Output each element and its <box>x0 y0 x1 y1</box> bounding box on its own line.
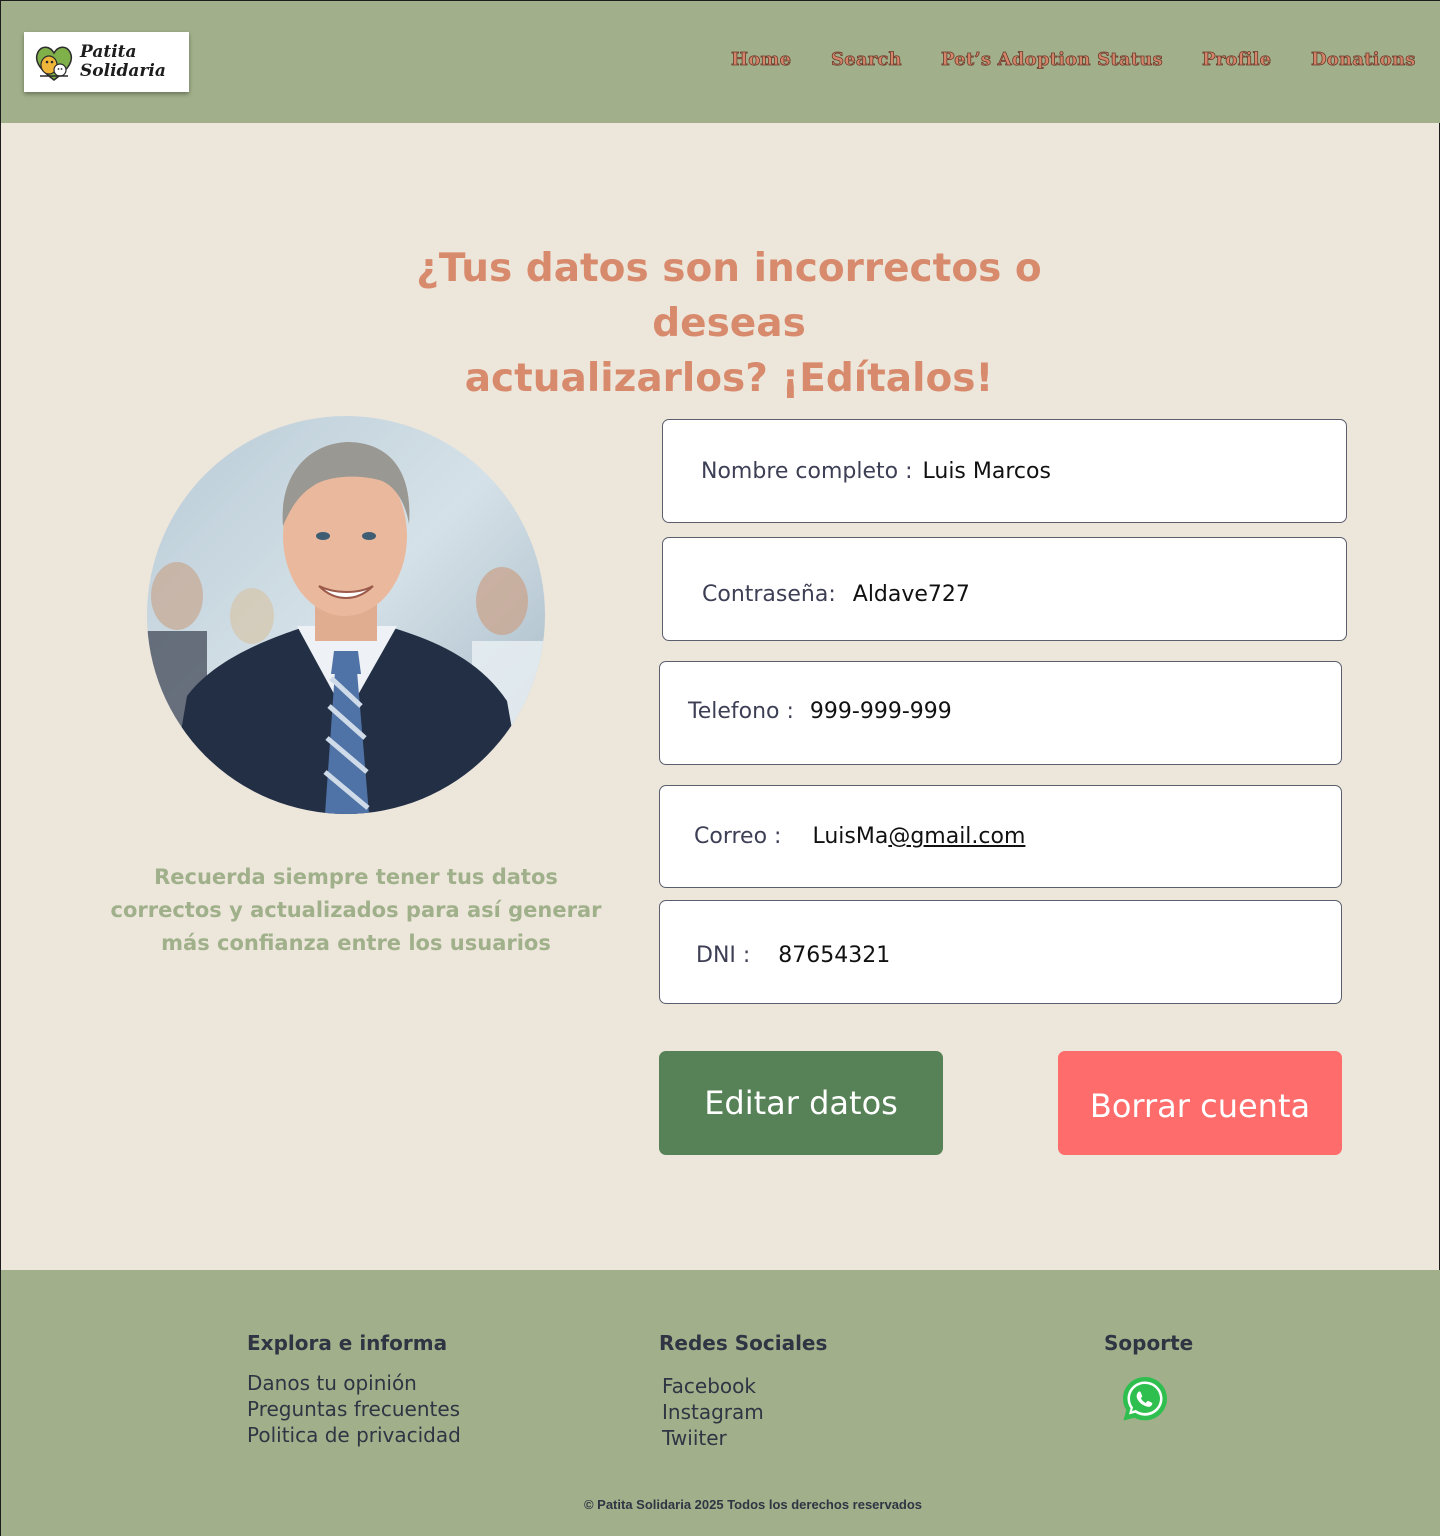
email-domain-link[interactable]: @gmail.com <box>888 824 1025 849</box>
dni-field[interactable]: DNI : <box>659 900 1342 1004</box>
delete-account-button[interactable]: Borrar cuenta <box>1058 1051 1342 1155</box>
footer-social-list: Facebook Instagram Twiiter <box>662 1373 764 1451</box>
footer-explore-heading: Explora e informa <box>247 1331 448 1355</box>
footer-link-opinion[interactable]: Danos tu opinión <box>247 1370 461 1396</box>
footer-link-facebook[interactable]: Facebook <box>662 1373 764 1399</box>
nav-profile[interactable]: Profile <box>1202 49 1272 71</box>
site-header: Patita Solidaria Home Search Pet’s Adopt… <box>1 1 1440 123</box>
name-field[interactable]: Nombre completo : <box>662 419 1347 523</box>
copyright-text: © Patita Solidaria 2025 Todos los derech… <box>583 1497 923 1512</box>
nav-donations[interactable]: Donations <box>1311 49 1416 71</box>
footer-explore-list: Danos tu opinión Preguntas frecuentes Po… <box>247 1370 461 1448</box>
dni-input[interactable] <box>778 942 1159 968</box>
footer-link-privacy[interactable]: Politica de privacidad <box>247 1422 461 1448</box>
password-field[interactable]: Contraseña: <box>662 537 1347 641</box>
nav-adoption-status[interactable]: Pet’s Adoption Status <box>941 49 1163 71</box>
footer-support-heading: Soporte <box>1104 1331 1194 1355</box>
footer-social-heading: Redes Sociales <box>659 1331 828 1355</box>
footer-link-faq[interactable]: Preguntas frecuentes <box>247 1396 461 1422</box>
name-input[interactable] <box>922 458 1303 484</box>
password-input[interactable] <box>852 581 1233 607</box>
footer-link-instagram[interactable]: Instagram <box>662 1399 764 1425</box>
email-field[interactable]: Correo : LuisMa@gmail.com <box>659 785 1342 888</box>
logo-link[interactable]: Patita Solidaria <box>24 32 189 92</box>
footer-link-twitter[interactable]: Twiiter <box>662 1425 764 1451</box>
email-user: LuisMa <box>812 824 889 849</box>
phone-field[interactable]: Telefono : <box>659 661 1342 765</box>
page-title-line-1: ¿Tus datos son incorrectos o deseas <box>416 246 1042 346</box>
email-label: Correo : <box>694 824 782 849</box>
reminder-text: Recuerda siempre tener tus datos correct… <box>110 865 602 955</box>
nav-search[interactable]: Search <box>831 49 902 71</box>
profile-avatar <box>147 416 545 814</box>
name-label: Nombre completo : <box>701 458 913 484</box>
email-input[interactable]: LuisMa@gmail.com <box>812 824 1025 849</box>
dni-label: DNI : <box>696 942 751 968</box>
page-title-line-2: actualizarlos? ¡Edítalos! <box>464 356 994 401</box>
logo-line-2: Solidaria <box>80 61 166 81</box>
edit-data-button[interactable]: Editar datos <box>659 1051 943 1155</box>
profile-photo <box>147 416 545 814</box>
phone-label: Telefono : <box>688 698 794 724</box>
phone-input[interactable] <box>809 698 1190 724</box>
password-label: Contraseña: <box>702 581 836 607</box>
whatsapp-icon[interactable] <box>1120 1374 1170 1424</box>
logo-icon <box>35 46 73 81</box>
logo-line-1: Patita <box>80 42 137 62</box>
nav-home[interactable]: Home <box>731 49 792 71</box>
logo-wordmark: Patita Solidaria <box>80 43 166 81</box>
page-title: ¿Tus datos son incorrectos o deseas actu… <box>341 241 1117 406</box>
